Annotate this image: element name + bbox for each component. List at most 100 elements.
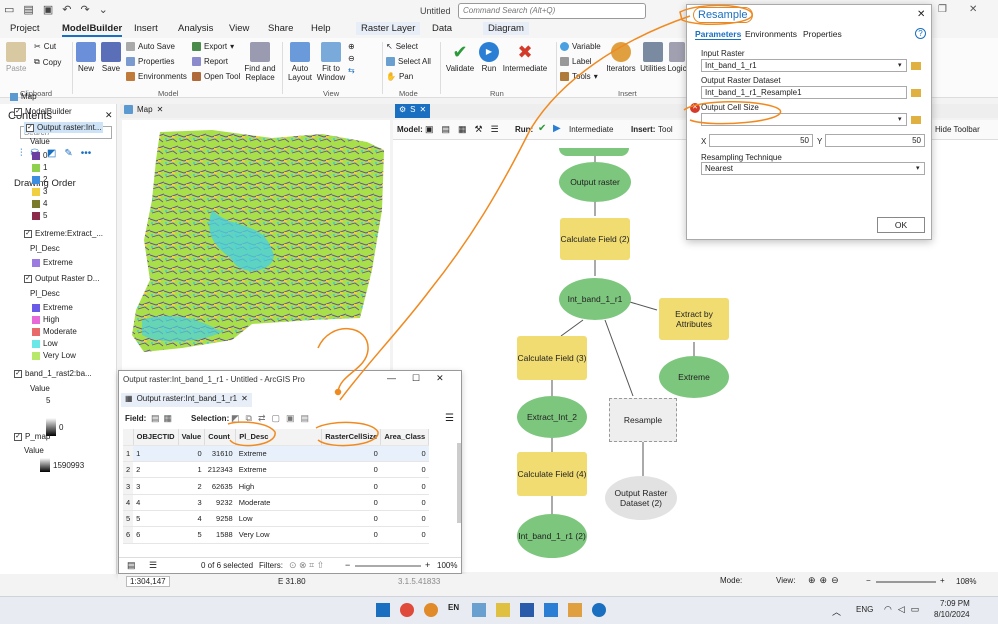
layer-visibility-checkbox[interactable]: ✓ [26, 123, 34, 132]
maximize-icon[interactable]: ☐ [412, 373, 420, 384]
folder-icon[interactable] [911, 62, 921, 70]
tab-raster-layer[interactable]: Raster Layer [356, 22, 421, 35]
layer-tree-item[interactable]: ✓ ModelBuilder [14, 107, 72, 116]
tab-data[interactable]: Data [432, 22, 452, 35]
table-cell[interactable]: 0 [380, 445, 429, 463]
technique-select[interactable]: Nearest [701, 162, 925, 175]
model-node-int-band-2[interactable]: Int_band_1_r1 (2) [517, 514, 587, 558]
tab-parameters[interactable]: Parameters [695, 29, 742, 40]
cut-button[interactable]: ✂ Cut [34, 42, 56, 51]
row-number[interactable]: 6 [123, 526, 134, 544]
layer-tree-item[interactable]: ✓ Output Raster D... [24, 274, 99, 283]
logic-button[interactable]: Logic [667, 42, 687, 73]
undo-icon[interactable]: ↶ [62, 3, 71, 16]
auto-save-toggle[interactable]: Auto Save [126, 42, 175, 51]
help-icon[interactable]: ? [915, 28, 926, 39]
table-cell[interactable]: 62635 [204, 477, 236, 495]
menu-icon[interactable]: ☰ [445, 413, 454, 424]
table-cell[interactable]: 212343 [204, 461, 236, 479]
properties-button[interactable]: Properties [126, 57, 174, 66]
map-view[interactable] [122, 120, 390, 370]
new-model-button[interactable]: New [76, 42, 96, 73]
iterators-button[interactable]: Iterators [604, 42, 638, 73]
table-cell[interactable]: 0 [380, 461, 429, 479]
output-dataset-input[interactable]: Int_band_1_r1_Resample1 [701, 86, 907, 99]
layer-tree-item[interactable]: Map [10, 92, 37, 101]
tab-diagram[interactable]: Diagram [483, 22, 529, 35]
table-cell[interactable]: 5 [133, 510, 179, 528]
zoom-out-icon[interactable]: ⊖ [831, 575, 839, 586]
layer-tree-item[interactable]: ✓ P_map [14, 432, 50, 441]
zoom-slider[interactable] [355, 565, 421, 567]
table-cell[interactable]: 3 [133, 477, 179, 495]
tab-view[interactable]: View [229, 22, 249, 35]
find-replace-button[interactable]: Find and Replace [244, 42, 276, 82]
column-header[interactable]: Pl_Desc [235, 429, 323, 446]
row-number[interactable]: 3 [123, 477, 134, 495]
selection-icon[interactable]: ◩ [47, 148, 56, 159]
language-app-icon[interactable]: EN [448, 603, 462, 617]
ok-button[interactable]: OK [877, 217, 925, 233]
table-cell[interactable]: 0 [321, 526, 381, 544]
table-cell[interactable]: 1 [133, 445, 179, 463]
table-cell[interactable]: Extreme [235, 445, 322, 463]
table-cell[interactable]: 0 [321, 445, 381, 463]
cell-size-select[interactable] [701, 113, 907, 126]
column-header[interactable]: RasterCellSize [321, 429, 382, 446]
table-row[interactable]: 2 2 1 212343 Extreme 0 0 [123, 461, 429, 479]
table-cell[interactable]: 0 [321, 510, 381, 528]
zoom-out-icon[interactable]: − [345, 560, 350, 570]
save-icon[interactable]: ▣ [43, 3, 53, 16]
row-number[interactable]: 2 [123, 461, 134, 479]
model-node-extreme[interactable]: Extreme [659, 356, 729, 398]
zoom-to-icon[interactable]: ⧉ [246, 413, 252, 424]
language-indicator[interactable]: ENG [856, 605, 873, 614]
column-header[interactable]: OBJECTID [133, 429, 179, 446]
zoom-out-icon[interactable]: − [866, 576, 871, 585]
view-zoom-slider[interactable] [876, 581, 936, 583]
tab-share[interactable]: Share [268, 22, 293, 35]
table-cell[interactable]: 2 [178, 477, 205, 495]
model-node-extract-int-2[interactable]: Extract_Int_2 [517, 396, 587, 438]
report-button[interactable]: Report [192, 57, 228, 66]
volume-icon[interactable]: ◁ [898, 604, 905, 615]
tab-properties[interactable]: Properties [803, 29, 842, 39]
zoom-full-icon[interactable]: ⊕ [808, 575, 816, 586]
column-header[interactable]: Count [204, 429, 237, 446]
close-icon[interactable]: ✕ [969, 4, 977, 15]
table-cell[interactable]: 9258 [204, 510, 236, 528]
tab-environments[interactable]: Environments [745, 29, 797, 39]
layer-visibility-checkbox[interactable]: ✓ [14, 432, 22, 441]
firefox-icon[interactable] [424, 603, 438, 617]
table-cell[interactable]: 0 [380, 526, 429, 544]
close-icon[interactable]: ✕ [436, 373, 444, 384]
table-cell[interactable]: 0 [380, 510, 429, 528]
close-icon[interactable]: ✕ [157, 105, 164, 114]
new-project-icon[interactable]: ▭ [4, 3, 14, 16]
run-button[interactable]: ▶ Run [476, 42, 502, 73]
selected-view-icon[interactable]: ☰ [149, 560, 157, 571]
table-view-icon[interactable]: ▤ [127, 560, 136, 571]
model-node-calculate-field-3[interactable]: Calculate Field (3) [517, 336, 587, 380]
minimize-icon[interactable]: — [387, 373, 396, 384]
tab-project[interactable]: Project [10, 22, 40, 35]
select-button[interactable]: ↖ Select [386, 42, 418, 51]
save-model-button[interactable]: Save [101, 42, 121, 73]
table-tab[interactable]: ▦ Output raster:Int_band_1_r1 ✕ [121, 393, 252, 407]
model-node-output-raster-dataset-2[interactable]: Output Raster Dataset (2) [605, 476, 677, 520]
table-cell[interactable]: 0 [321, 477, 381, 495]
tools-button[interactable]: Tools ▾ [560, 72, 598, 81]
select-by-attributes-icon[interactable]: ◩ [231, 413, 240, 424]
table-cell[interactable]: High [235, 477, 322, 495]
table-scrollbar[interactable] [457, 443, 461, 523]
wifi-icon[interactable]: ◠ [884, 604, 892, 615]
zoom-out-icon[interactable]: ⊖ [348, 54, 355, 63]
validate-button[interactable]: ✔ Validate [444, 42, 476, 73]
table-row[interactable]: 4 4 3 9232 Moderate 0 0 [123, 494, 429, 511]
column-header[interactable]: Area_Class [380, 429, 430, 446]
battery-icon[interactable]: ▭ [911, 604, 920, 615]
table-cell[interactable]: Extreme [235, 461, 322, 479]
switch-icon[interactable]: ⇄ [258, 413, 266, 424]
table-cell[interactable]: 4 [178, 510, 205, 528]
chrome-icon[interactable] [400, 603, 414, 617]
